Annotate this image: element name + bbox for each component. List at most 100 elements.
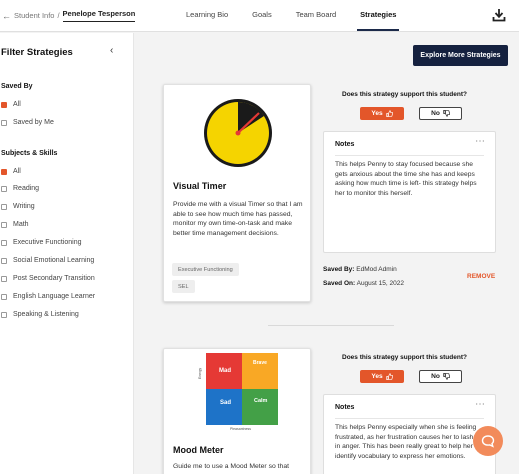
checkbox-icon[interactable] (1, 257, 7, 264)
option-label: Post Secondary Transition (13, 275, 95, 282)
checkbox-icon[interactable] (1, 293, 7, 300)
yes-label: Yes (371, 373, 383, 380)
option-label: English Language Learner (13, 293, 96, 300)
breadcrumb: ← Student Info / Penelope Tesperson (2, 9, 136, 22)
notes-panel: Notes ⋯ This helps Penny to stay focused… (323, 131, 496, 253)
tab-team-board[interactable]: Team Board (296, 10, 336, 19)
tag-executive-functioning: Executive Functioning (172, 263, 239, 276)
mood-label-sad: Sad (220, 400, 232, 406)
filter-english-learner[interactable]: English Language Learner (1, 293, 95, 300)
mood-quadrant-yellow (242, 353, 278, 389)
checkbox-icon[interactable] (1, 239, 7, 246)
no-button[interactable]: No (419, 370, 462, 383)
strategy-card-mood-meter[interactable]: Energy Mad Brave Sad Calm Pleasantness M… (163, 348, 311, 474)
section-divider (268, 325, 394, 326)
checkbox-checked-icon[interactable] (1, 101, 7, 108)
checkbox-icon[interactable] (1, 203, 7, 210)
saved-by-value: EdMod Admin (356, 266, 397, 273)
yes-button[interactable]: Yes (360, 370, 404, 383)
option-label: All (13, 101, 21, 108)
notes-heading: Notes (335, 404, 355, 411)
strategy-description: Provide me with a visual Timer so that I… (173, 201, 303, 237)
filter-saved-all[interactable]: All (1, 101, 21, 108)
remove-button[interactable]: REMOVE (467, 273, 495, 280)
support-question: Does this strategy support this student? (342, 91, 467, 98)
filter-saved-by-me[interactable]: Saved by Me (1, 119, 54, 126)
option-label: Reading (13, 185, 40, 192)
mood-quadrant-blue (206, 389, 242, 425)
support-question: Does this strategy support this student? (342, 354, 467, 361)
tab-learning-bio[interactable]: Learning Bio (186, 10, 228, 19)
notes-text: This helps Penny to stay focused because… (335, 161, 477, 197)
chat-bubble-icon[interactable] (473, 426, 503, 456)
filter-social-emotional[interactable]: Social Emotional Learning (1, 257, 94, 264)
mood-label-calm: Calm (254, 398, 268, 404)
option-label: Writing (13, 203, 35, 210)
breadcrumb-separator: / (57, 11, 60, 20)
thumbs-up-icon (386, 373, 393, 380)
more-options-icon[interactable]: ⋯ (475, 399, 486, 410)
filter-sidebar: Filter Strategies ‹ Saved By All Saved b… (0, 33, 134, 474)
sidebar-title: Filter Strategies (1, 47, 73, 58)
chevron-left-icon[interactable]: ‹ (110, 45, 113, 56)
divider (335, 155, 484, 156)
option-label: All (13, 168, 21, 175)
option-label: Social Emotional Learning (13, 257, 95, 264)
more-options-icon[interactable]: ⋯ (475, 136, 486, 147)
mood-label-mad: Mad (219, 368, 231, 374)
tab-strategies[interactable]: Strategies (357, 10, 400, 31)
saved-on-label: Saved On: (323, 280, 356, 287)
option-label: Executive Functioning (13, 239, 82, 246)
divider (335, 418, 484, 419)
strategy-card-visual-timer[interactable]: Visual Timer Provide me with a visual Ti… (163, 84, 311, 302)
breadcrumb-parent[interactable]: Student Info (14, 11, 54, 20)
nav-tabs: Learning Bio Goals Team Board Strategies (186, 10, 400, 31)
filter-executive-functioning[interactable]: Executive Functioning (1, 239, 81, 246)
yes-label: Yes (371, 110, 383, 117)
arrow-left-icon[interactable]: ← (2, 11, 11, 21)
top-bar: ← Student Info / Penelope Tesperson Lear… (0, 0, 519, 32)
checkbox-icon[interactable] (1, 275, 7, 282)
breadcrumb-current: Penelope Tesperson (62, 9, 136, 22)
filter-speaking-listening[interactable]: Speaking & Listening (1, 311, 79, 318)
checkbox-checked-icon[interactable] (1, 168, 7, 175)
yes-button[interactable]: Yes (360, 107, 404, 120)
no-label: No (431, 110, 440, 117)
mood-quadrant-green (242, 389, 278, 425)
saved-by-line: Saved By: EdMod Admin (323, 266, 397, 273)
explore-more-strategies-button[interactable]: Explore More Strategies (413, 45, 508, 66)
mood-label-brave: Brave (253, 360, 267, 366)
download-icon[interactable] (492, 8, 506, 22)
timer-image (204, 99, 272, 167)
strategy-title: Mood Meter (173, 445, 224, 455)
filter-math[interactable]: Math (1, 221, 29, 228)
tag-sel: SEL (172, 280, 195, 293)
no-label: No (431, 373, 440, 380)
mood-axis-x: Pleasantness (230, 427, 252, 431)
strategy-description: Guide me to use a Mood Meter so that (173, 463, 289, 470)
mood-axis-y: Energy (198, 367, 202, 379)
filter-post-secondary[interactable]: Post Secondary Transition (1, 275, 95, 282)
checkbox-icon[interactable] (1, 221, 7, 228)
thumbs-down-icon (443, 373, 450, 380)
saved-on-value: August 15, 2022 (356, 280, 404, 287)
strategy-title: Visual Timer (173, 181, 227, 191)
notes-text: This helps Penny especially when she is … (335, 424, 485, 460)
checkbox-icon[interactable] (1, 311, 7, 318)
option-label: Saved by Me (13, 119, 54, 126)
notes-panel: Notes ⋯ This helps Penny especially when… (323, 394, 496, 474)
checkbox-icon[interactable] (1, 185, 7, 192)
filter-reading[interactable]: Reading (1, 185, 39, 192)
saved-by-heading: Saved By (1, 83, 33, 90)
mood-meter-image: Energy Mad Brave Sad Calm Pleasantness (198, 353, 282, 433)
no-button[interactable]: No (419, 107, 462, 120)
checkbox-icon[interactable] (1, 119, 7, 126)
tab-goals[interactable]: Goals (252, 10, 272, 19)
thumbs-down-icon (443, 110, 450, 117)
filter-subject-all[interactable]: All (1, 168, 21, 175)
option-label: Speaking & Listening (13, 311, 79, 318)
filter-writing[interactable]: Writing (1, 203, 35, 210)
option-label: Math (13, 221, 29, 228)
notes-heading: Notes (335, 141, 355, 148)
saved-by-label: Saved By: (323, 266, 355, 273)
